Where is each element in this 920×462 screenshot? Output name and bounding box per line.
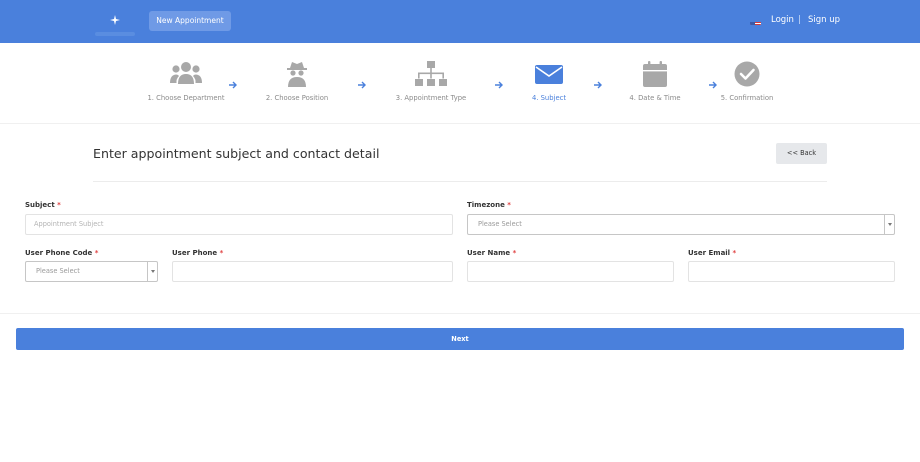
required-mark: * <box>507 201 511 209</box>
step-label: 3. Appointment Type <box>395 94 467 102</box>
signup-link[interactable]: Sign up <box>808 15 840 25</box>
timezone-select-value: Please Select <box>478 220 522 228</box>
subject-label-text: Subject <box>25 201 55 209</box>
step-label: 5. Confirmation <box>720 94 774 102</box>
name-label: User Name * <box>467 249 516 257</box>
name-input[interactable] <box>467 261 674 282</box>
back-button[interactable]: << Back <box>776 143 827 164</box>
phone-code-select-value: Please Select <box>36 267 80 275</box>
phone-label: User Phone * <box>172 249 223 257</box>
required-mark: * <box>512 249 517 257</box>
header-separator: | <box>798 15 801 25</box>
email-label: User Email * <box>688 249 736 257</box>
phone-input[interactable] <box>172 261 453 282</box>
sitemap-icon <box>414 60 448 88</box>
subject-input[interactable]: Appointment Subject <box>25 214 453 235</box>
required-mark: * <box>94 249 99 257</box>
phone-code-select[interactable]: Please Select <box>25 261 158 282</box>
page-title: Enter appointment subject and contact de… <box>93 146 380 161</box>
login-link[interactable]: Login <box>771 15 794 25</box>
next-button[interactable]: Next <box>16 328 904 350</box>
name-label-text: User Name <box>467 249 511 257</box>
us-flag-icon[interactable] <box>750 16 761 25</box>
title-divider <box>93 181 827 182</box>
form-divider <box>0 313 920 314</box>
calendar-icon <box>638 60 672 88</box>
top-header: New Appointment Login | Sign up <box>0 0 920 43</box>
chevron-down-icon[interactable] <box>147 262 157 281</box>
envelope-icon <box>532 60 566 88</box>
spy-icon <box>280 60 314 88</box>
arrow-right-icon <box>593 75 603 89</box>
arrow-right-icon <box>708 75 718 89</box>
timezone-label: Timezone * <box>467 201 511 209</box>
arrow-right-icon <box>494 75 504 89</box>
email-input[interactable] <box>688 261 895 282</box>
email-label-text: User Email <box>688 249 731 257</box>
arrow-right-icon <box>357 75 367 89</box>
timezone-select[interactable]: Please Select <box>467 214 895 235</box>
step-label: 1. Choose Department <box>147 94 225 102</box>
phone-code-label: User Phone Code * <box>25 249 98 257</box>
new-appointment-button[interactable]: New Appointment <box>149 11 231 31</box>
users-icon <box>169 60 203 88</box>
phone-label-text: User Phone <box>172 249 218 257</box>
timezone-label-text: Timezone <box>467 201 505 209</box>
step-label: 2. Choose Position <box>265 94 329 102</box>
step-label: 4. Subject <box>531 94 567 102</box>
chevron-down-icon[interactable] <box>884 215 894 234</box>
steps-divider <box>0 123 920 124</box>
phone-code-label-text: User Phone Code <box>25 249 93 257</box>
required-mark: * <box>732 249 737 257</box>
step-label: 4. Date & Time <box>629 94 681 102</box>
company-logo[interactable] <box>93 8 137 38</box>
check-circle-icon <box>730 60 764 88</box>
required-mark: * <box>57 201 61 209</box>
subject-label: Subject * <box>25 201 61 209</box>
arrow-right-icon <box>228 75 238 89</box>
required-mark: * <box>219 249 224 257</box>
